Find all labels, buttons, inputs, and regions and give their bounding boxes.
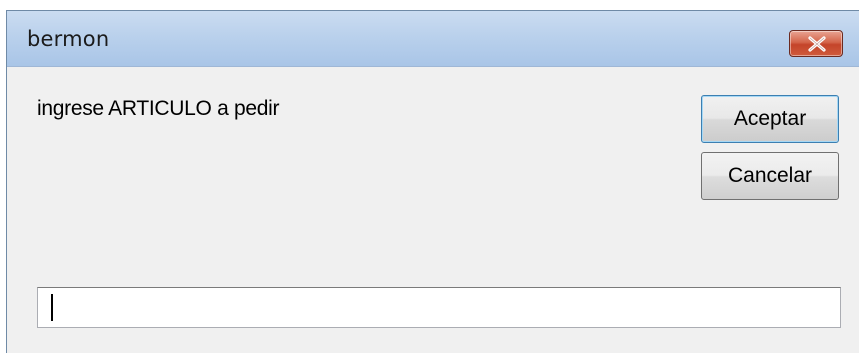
cancel-button[interactable]: Cancelar <box>701 152 839 200</box>
window-title: bermon <box>27 27 110 51</box>
close-icon <box>808 36 826 52</box>
prompt-label: ingrese ARTICULO a pedir <box>37 97 280 120</box>
text-caret <box>51 294 53 321</box>
close-button[interactable] <box>789 30 843 57</box>
accept-button[interactable]: Aceptar <box>701 95 839 143</box>
title-bar[interactable]: bermon <box>7 11 859 67</box>
input-dialog-window: bermon ingrese ARTICULO a pedir Aceptar … <box>6 10 859 353</box>
article-input[interactable] <box>37 287 841 328</box>
